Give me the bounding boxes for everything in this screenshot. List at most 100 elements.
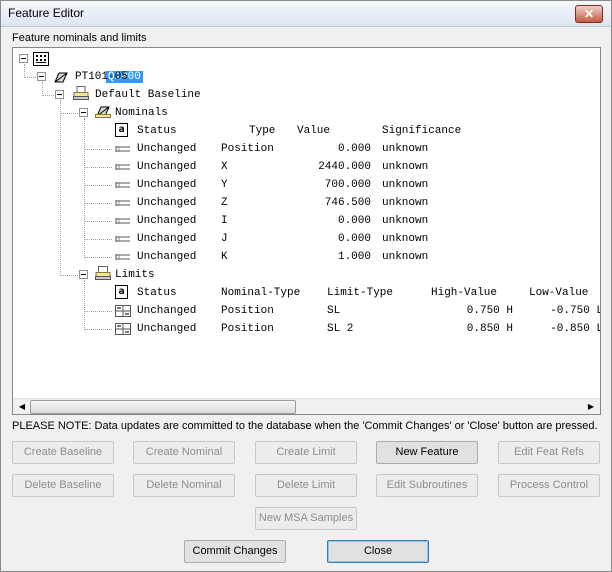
baseline-stack-icon [73,86,89,100]
limit-status: Unchanged [137,305,197,317]
create-limit-button[interactable]: Create Limit [255,441,357,464]
tree-line [84,203,112,204]
new-msa-samples-button[interactable]: New MSA Samples [255,507,357,530]
new-feature-button[interactable]: New Feature [376,441,478,464]
nominal-row[interactable]: Unchanged X 2440.000 unknown [137,158,537,176]
nominal-marker-icon [115,182,130,188]
create-nominal-button[interactable]: Create Nominal [133,441,235,464]
delete-nominal-button[interactable]: Delete Nominal [133,474,235,497]
tree-line [60,113,78,114]
attribute-header-icon: a [115,285,128,299]
col-type: Type [249,125,276,137]
limit-high-value: 0.750 H [466,305,513,317]
scroll-left-arrow-icon[interactable]: ◀ [14,400,30,414]
nominal-status: Unchanged [137,143,197,155]
window-title: Feature Editor [8,6,85,20]
scrollbar-thumb[interactable] [30,400,296,414]
nominal-value: 0.000 [337,143,371,155]
col-nominal-type: Nominal-Type [221,287,301,299]
nominal-significance: unknown [382,143,429,155]
tree-node-baseline[interactable]: Default Baseline [95,86,201,104]
delete-limit-button[interactable]: Delete Limit [255,474,357,497]
horizontal-scrollbar[interactable]: ◀ ▶ [13,398,600,414]
process-control-button[interactable]: Process Control [498,474,600,497]
nominal-significance: unknown [382,197,429,209]
edit-subroutines-button[interactable]: Edit Subroutines [376,474,478,497]
limit-grid-icon [115,305,131,317]
col-status: Status [137,125,177,137]
tree-node-feature[interactable]: PT101-05 [75,68,128,86]
nominals-header-row: Status Type Value Significance [137,122,537,140]
collapse-toggle[interactable] [19,54,28,63]
close-window-button[interactable]: ✕ [575,5,603,23]
feature-tree[interactable]: Q1000 PT101-05 Default Baseline Nominals… [12,47,601,415]
nominal-status: Unchanged [137,179,197,191]
delete-baseline-button[interactable]: Delete Baseline [12,474,114,497]
tree-node-root[interactable]: Q1000 [53,50,143,83]
limit-nominal-type: Position [221,305,274,317]
feature-editor-window: Feature Editor ✕ Feature nominals and li… [0,0,612,572]
scroll-right-arrow-icon[interactable]: ▶ [583,400,599,414]
tree-line [84,221,112,222]
limit-low-value: -0.850 L [550,323,601,335]
col-high-value: High-Value [431,287,498,299]
nominal-row[interactable]: Unchanged Z 746.500 unknown [137,194,537,212]
limit-type: SL 2 [327,323,354,335]
nominal-type: Position [221,143,274,155]
nominal-status: Unchanged [137,251,197,263]
nominal-row[interactable]: Unchanged Position 0.000 unknown [137,140,537,158]
nominal-significance: unknown [382,215,429,227]
edit-feat-refs-button[interactable]: Edit Feat Refs [498,441,600,464]
nominal-significance: unknown [382,179,429,191]
limits-header-row: Status Nominal-Type Limit-Type High-Valu… [137,284,597,302]
attribute-header-icon: a [115,123,128,137]
tree-line [24,64,25,78]
tree-line [84,118,85,258]
limit-nominal-type: Position [221,323,274,335]
title-bar[interactable]: Feature Editor ✕ [1,1,611,27]
tree-node-limits[interactable]: Limits [115,266,155,284]
tree-line [84,167,112,168]
col-limit-type: Limit-Type [327,287,394,299]
nominal-type: Z [221,197,228,209]
group-label: Feature nominals and limits [12,32,147,44]
nominal-type: K [221,251,228,263]
nominal-marker-icon [115,218,130,224]
nominal-value: 0.000 [337,233,371,245]
col-significance: Significance [382,125,462,137]
nominal-value: 700.000 [324,179,371,191]
create-baseline-button[interactable]: Create Baseline [12,441,114,464]
close-button[interactable]: Close [327,540,429,563]
nominal-value: 1.000 [337,251,371,263]
limit-high-value: 0.850 H [466,323,513,335]
limits-stack-icon [95,266,111,280]
tree-line [84,311,112,312]
nominal-row[interactable]: Unchanged Y 700.000 unknown [137,176,537,194]
nominal-significance: unknown [382,233,429,245]
collapse-toggle[interactable] [55,90,64,99]
commit-note: PLEASE NOTE: Data updates are committed … [12,420,598,432]
nominal-row[interactable]: Unchanged I 0.000 unknown [137,212,537,230]
tree-line [84,239,112,240]
nominal-type: X [221,161,228,173]
nominal-significance: unknown [382,251,429,263]
nominal-row[interactable]: Unchanged J 0.000 unknown [137,230,537,248]
collapse-toggle[interactable] [79,270,88,279]
tree-line [60,100,61,276]
nominal-type: I [221,215,228,227]
tree-line [42,82,43,96]
nominal-row[interactable]: Unchanged K 1.000 unknown [137,248,537,266]
nominal-status: Unchanged [137,233,197,245]
collapse-toggle[interactable] [79,108,88,117]
limit-row[interactable]: Unchanged Position SL 2 0.850 H -0.850 L [137,320,600,338]
nominal-marker-icon [115,254,130,260]
nominal-marker-icon [115,146,130,152]
nominal-marker-icon [115,164,130,170]
limit-row[interactable]: Unchanged Position SL 0.750 H -0.750 L [137,302,600,320]
tree-line [84,257,112,258]
tree-node-nominals[interactable]: Nominals [115,104,168,122]
collapse-toggle[interactable] [37,72,46,81]
nominal-marker-icon [115,236,130,242]
commit-changes-button[interactable]: Commit Changes [184,540,286,563]
tree-line [60,275,78,276]
